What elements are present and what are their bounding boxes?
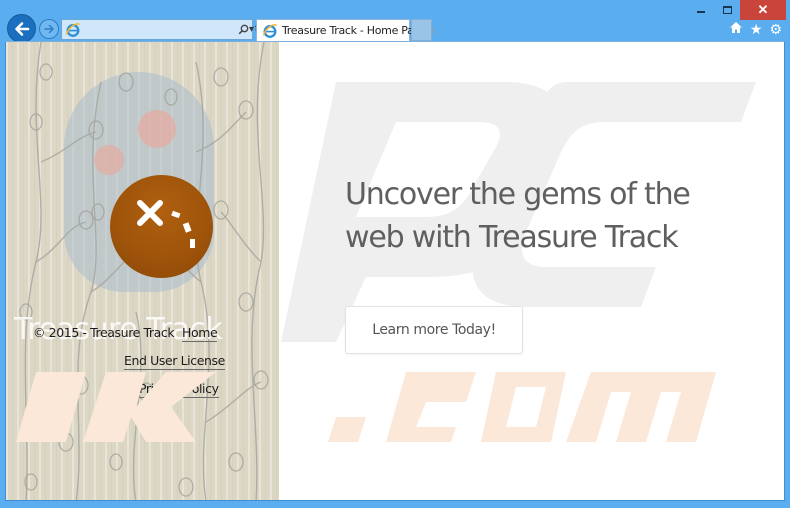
window-controls: ✕: [688, 0, 786, 20]
tab-title: Treasure Track - Home Page: [282, 24, 427, 37]
eula-link[interactable]: End User License: [124, 353, 225, 370]
privacy-policy-link[interactable]: Privacy Policy: [139, 381, 219, 398]
ie-page-icon: [65, 22, 80, 37]
logo-x-mark-icon: [137, 200, 195, 248]
copyright-text: © 2015 - Treasure Track: [33, 325, 175, 340]
treasure-track-logo: [110, 175, 213, 278]
back-arrow-icon: [14, 21, 29, 36]
headline: Uncover the gems of the web with Treasur…: [345, 177, 691, 255]
browser-window: ✕ ▾ ↻ Treasure Track - Home Page ✕: [0, 0, 790, 508]
main-content: Uncover the gems of the web with Treasur…: [16, 42, 784, 500]
settings-gear-icon[interactable]: ⚙: [769, 22, 782, 36]
search-icon[interactable]: [238, 20, 249, 39]
sidebar: Treasure Track © 2015 - Treasure Track H…: [6, 42, 279, 500]
home-icon[interactable]: [729, 21, 743, 36]
forward-button[interactable]: [39, 19, 59, 39]
page-viewport: Treasure Track © 2015 - Treasure Track H…: [5, 41, 785, 501]
browser-toolbar: ★ ⚙: [729, 21, 782, 36]
favorites-star-icon[interactable]: ★: [750, 22, 763, 36]
close-window-button[interactable]: ✕: [740, 0, 786, 20]
back-button[interactable]: [7, 14, 36, 43]
home-link[interactable]: Home: [182, 325, 218, 342]
minimize-icon: [697, 11, 705, 13]
forward-arrow-icon: [44, 24, 54, 34]
maximize-icon: [722, 6, 732, 14]
learn-more-button[interactable]: Learn more Today!: [345, 306, 523, 354]
address-input[interactable]: [81, 20, 238, 39]
close-icon: ✕: [757, 2, 769, 17]
address-bar: ▾ ↻: [61, 19, 264, 40]
tab-favicon-icon: [262, 23, 277, 38]
minimize-button[interactable]: [688, 0, 714, 20]
tab-treasure-track[interactable]: Treasure Track - Home Page ✕: [256, 19, 436, 41]
new-tab-button[interactable]: [411, 19, 432, 41]
maximize-button[interactable]: [714, 0, 740, 20]
